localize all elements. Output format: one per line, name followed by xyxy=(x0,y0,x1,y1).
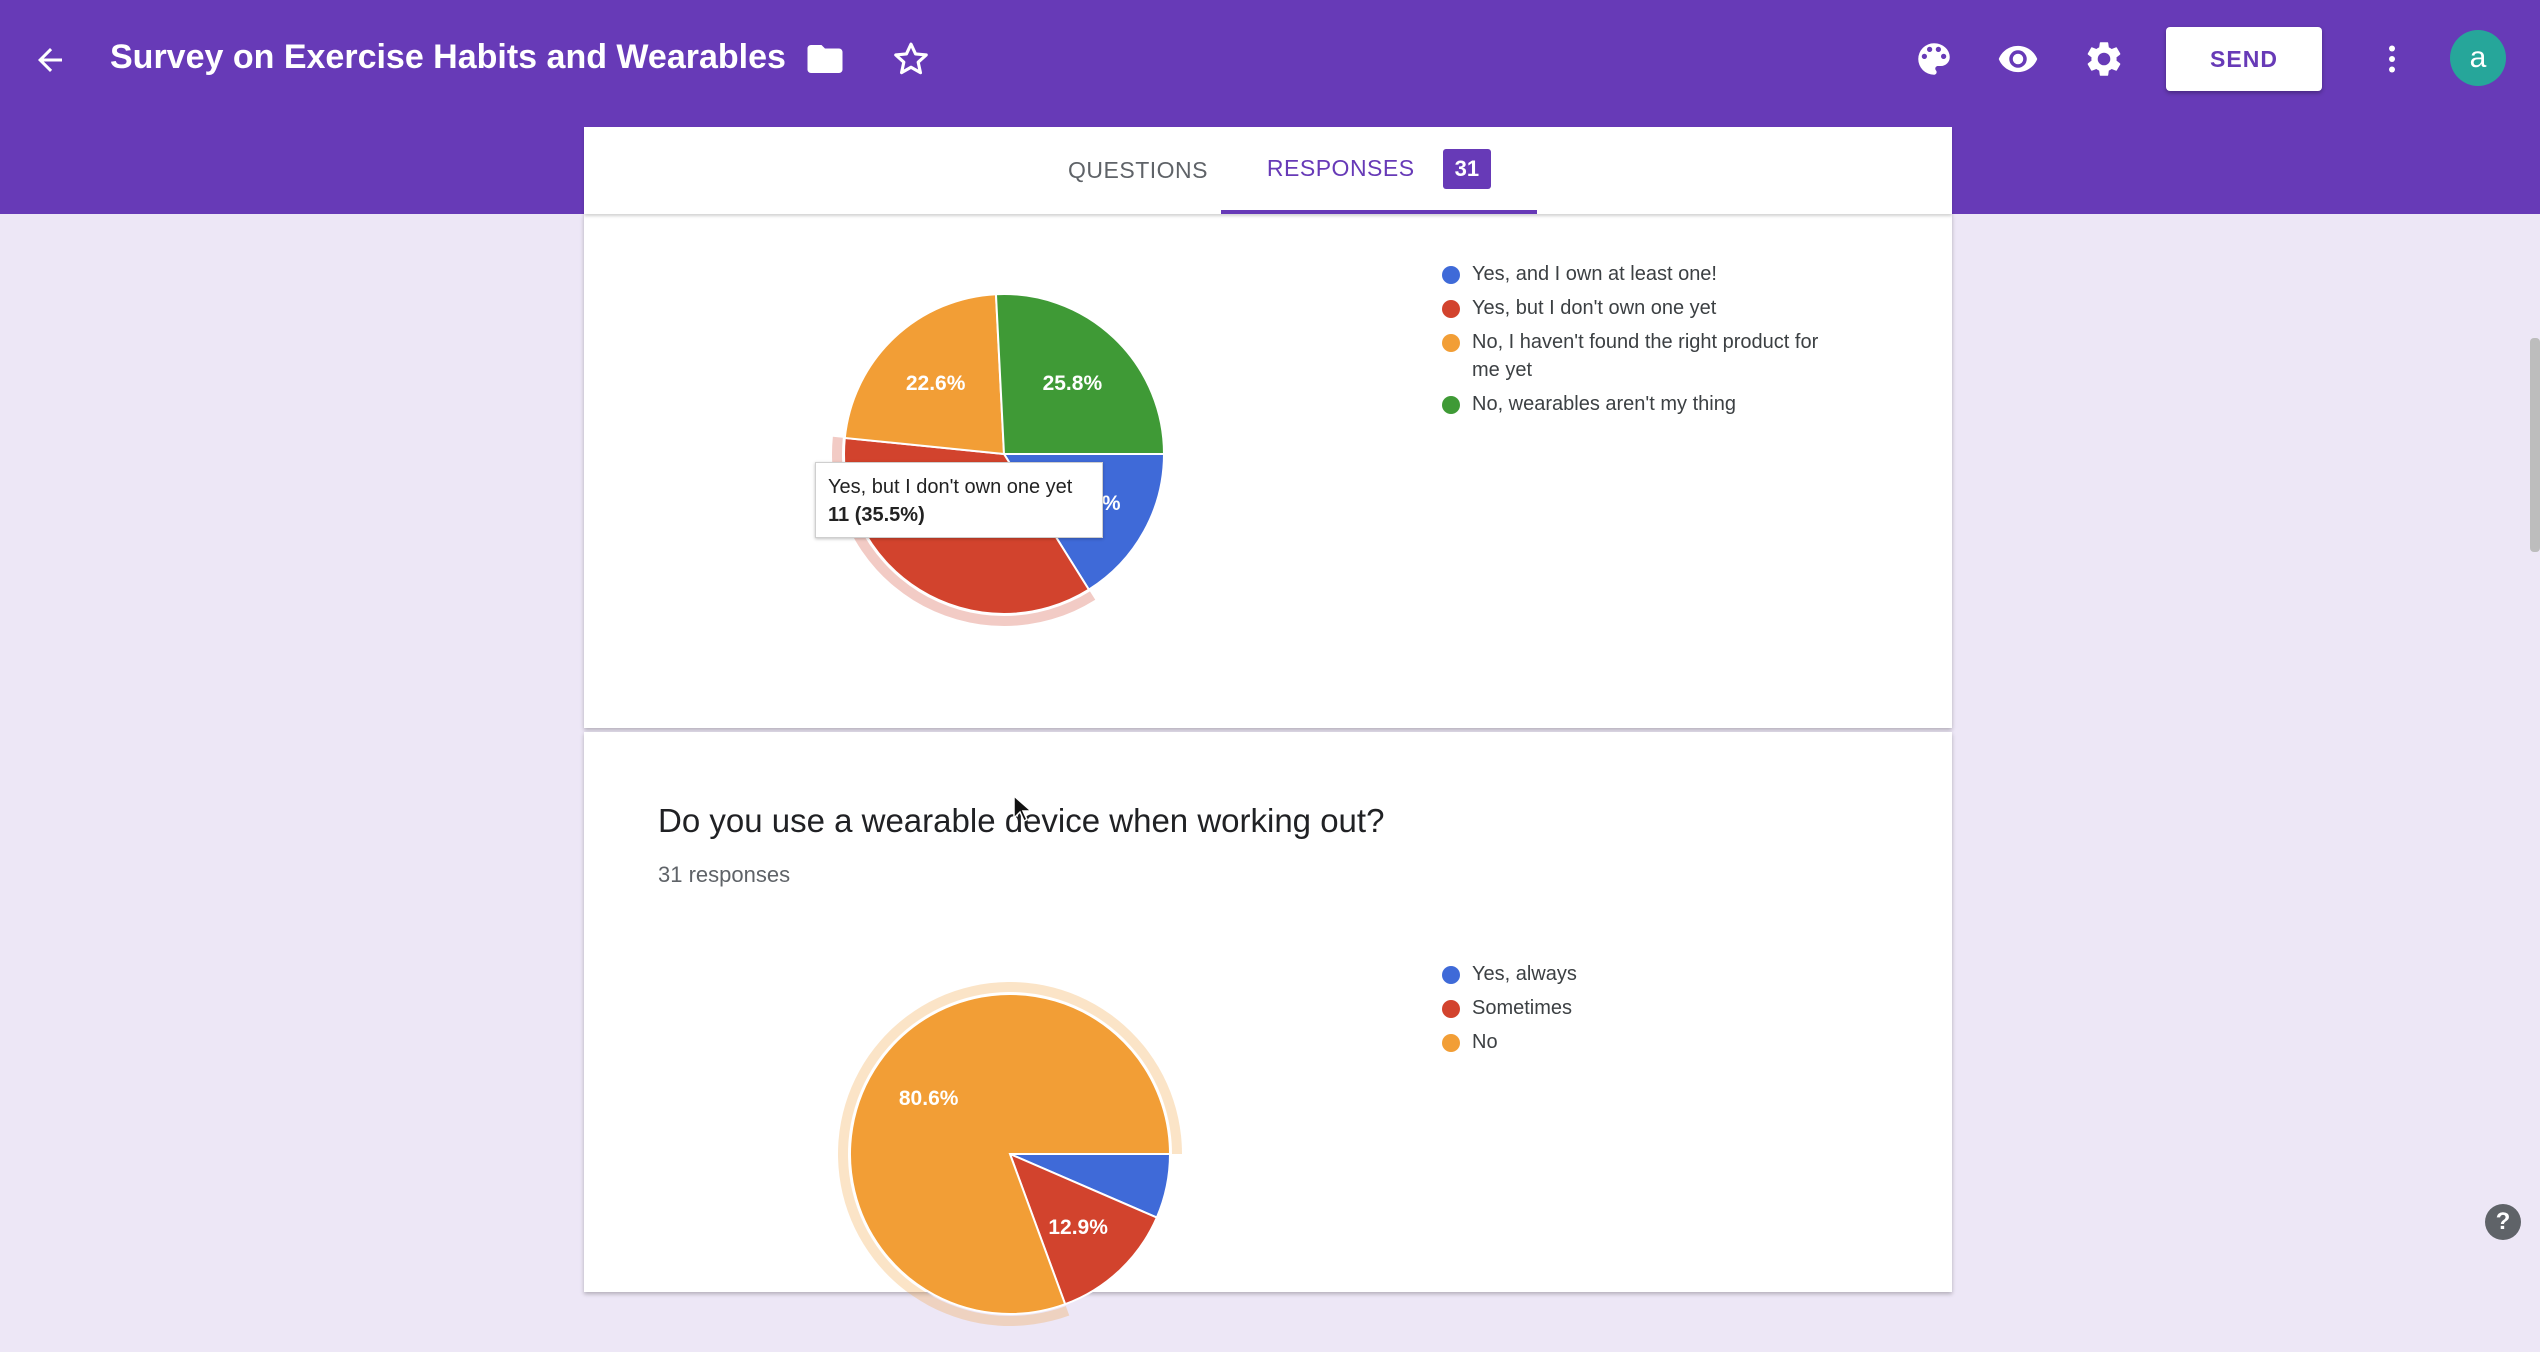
mouse-cursor-icon xyxy=(1013,794,1033,823)
legend-dot xyxy=(1442,396,1460,414)
chart-tooltip: Yes, but I don't own one yet 11 (35.5%) xyxy=(815,462,1103,538)
legend-item[interactable]: No xyxy=(1442,1028,1842,1056)
legend-item[interactable]: No, wearables aren't my thing xyxy=(1442,390,1842,418)
legend-label: Yes, and I own at least one! xyxy=(1472,263,1717,285)
gear-icon[interactable] xyxy=(2083,38,2125,80)
legend-item[interactable]: Yes, but I don't own one yet xyxy=(1442,294,1842,322)
pie-chart-2[interactable]: 12.9% 80.6% xyxy=(784,932,1224,1352)
tab-questions-label: QUESTIONS xyxy=(1068,157,1208,183)
form-title[interactable]: Survey on Exercise Habits and Wearables xyxy=(110,32,786,82)
question-summary-card-1: 16.1%22.6%25.8% Yes, and I own at least … xyxy=(584,214,1952,728)
responses-count-badge: 31 xyxy=(1442,148,1492,189)
legend-item[interactable]: Sometimes xyxy=(1442,994,1842,1022)
palette-icon[interactable] xyxy=(1913,38,1955,80)
legend-item[interactable]: Yes, and I own at least one! xyxy=(1442,260,1842,288)
legend-label: No, wearables aren't my thing xyxy=(1472,393,1736,415)
back-arrow-icon[interactable] xyxy=(32,42,68,78)
eye-icon[interactable] xyxy=(1997,38,2039,80)
tab-responses[interactable]: RESPONSES 31 xyxy=(1221,127,1537,214)
pie-chart-1[interactable]: 16.1%22.6%25.8% xyxy=(784,244,1224,644)
send-button[interactable]: SEND xyxy=(2166,27,2322,91)
avatar[interactable]: a xyxy=(2450,30,2506,86)
chart-legend-1: Yes, and I own at least one! Yes, but I … xyxy=(1442,260,1842,424)
help-icon[interactable]: ? xyxy=(2485,1204,2521,1240)
question-summary-card-2: Do you use a wearable device when workin… xyxy=(584,732,1952,1326)
slice-data-label: 80.6% xyxy=(899,1087,959,1110)
folder-icon[interactable] xyxy=(804,38,846,80)
legend-label: No, I haven't found the right product fo… xyxy=(1472,331,1819,381)
legend-dot xyxy=(1442,1034,1460,1052)
legend-item[interactable]: Yes, always xyxy=(1442,960,1842,988)
legend-dot xyxy=(1442,266,1460,284)
legend-dot xyxy=(1442,334,1460,352)
legend-label: Yes, but I don't own one yet xyxy=(1472,297,1717,319)
tabs-bar: QUESTIONS RESPONSES 31 xyxy=(584,127,1952,214)
slice-data-label: 12.9% xyxy=(1048,1216,1108,1239)
legend-dot xyxy=(1442,1000,1460,1018)
tooltip-label: Yes, but I don't own one yet xyxy=(828,476,1073,498)
legend-dot xyxy=(1442,300,1460,318)
legend-label: Yes, always xyxy=(1472,963,1577,985)
tab-responses-label: RESPONSES xyxy=(1266,155,1415,181)
slice-data-label: 25.8% xyxy=(1043,372,1103,395)
scrollbar-thumb[interactable] xyxy=(2530,338,2540,552)
tooltip-value: 11 (35.5%) xyxy=(828,504,925,526)
response-count: 31 responses xyxy=(658,862,791,887)
more-vert-icon[interactable] xyxy=(2374,38,2410,80)
slice-data-label: 22.6% xyxy=(906,372,966,395)
legend-item[interactable]: No, I haven't found the right product fo… xyxy=(1442,328,1842,384)
star-icon[interactable] xyxy=(890,38,932,80)
legend-label: No xyxy=(1472,1031,1498,1053)
chart-legend-2: Yes, always Sometimes No xyxy=(1442,960,1842,1062)
legend-label: Sometimes xyxy=(1472,997,1573,1019)
legend-dot xyxy=(1442,966,1460,984)
